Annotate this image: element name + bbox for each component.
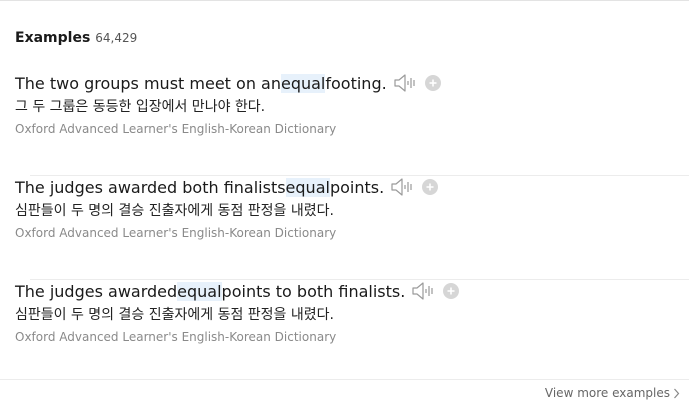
view-more-examples-link[interactable]: View more examples bbox=[545, 386, 680, 400]
sentence-text: The judges awarded both finalists bbox=[15, 177, 286, 197]
top-divider bbox=[0, 0, 689, 1]
highlighted-word: equal bbox=[177, 281, 222, 301]
example-translation: 심판들이 두 명의 결승 진출자에게 동점 판정을 내렸다. bbox=[15, 203, 334, 219]
example-item: The two groups must meet on an equal foo… bbox=[15, 72, 689, 176]
example-source: Oxford Advanced Learner's English-Korean… bbox=[15, 330, 337, 344]
examples-count: 64,429 bbox=[95, 31, 138, 45]
add-to-wordbook-icon[interactable] bbox=[424, 75, 441, 91]
example-sentence: The two groups must meet on an equal foo… bbox=[15, 72, 689, 94]
add-to-wordbook-icon[interactable] bbox=[443, 283, 460, 299]
speaker-icon[interactable] bbox=[393, 73, 419, 93]
highlighted-word: equal bbox=[285, 177, 330, 197]
example-sentence: The judges awarded both finalists equal … bbox=[15, 176, 689, 198]
sentence-text: The two groups must meet on an bbox=[15, 73, 281, 93]
example-item: The judges awarded equal points to both … bbox=[15, 280, 689, 384]
chevron-right-icon bbox=[673, 388, 680, 399]
sentence-text: points. bbox=[329, 177, 385, 197]
speaker-icon[interactable] bbox=[390, 177, 416, 197]
footer-divider bbox=[0, 379, 689, 380]
sentence-text: The judges awarded bbox=[15, 281, 178, 301]
sentence-text: footing. bbox=[325, 73, 387, 93]
example-translation: 그 두 그룹은 동등한 입장에서 만나야 한다. bbox=[15, 99, 266, 115]
highlighted-word: equal bbox=[280, 73, 326, 93]
example-translation: 심판들이 두 명의 결승 진출자에게 동점 판정을 내렸다. bbox=[15, 307, 334, 323]
examples-header: Examples 64,429 bbox=[15, 30, 137, 46]
example-sentence: The judges awarded equal points to both … bbox=[15, 280, 689, 302]
speaker-icon[interactable] bbox=[411, 281, 437, 301]
examples-panel: Examples 64,429 The two groups must meet… bbox=[0, 0, 689, 409]
example-item: The judges awarded both finalists equal … bbox=[15, 176, 689, 280]
example-source: Oxford Advanced Learner's English-Korean… bbox=[15, 226, 337, 240]
sentence-text: points to both finalists. bbox=[221, 281, 406, 301]
view-more-label: View more examples bbox=[544, 386, 670, 400]
examples-title: Examples bbox=[15, 30, 91, 46]
example-source: Oxford Advanced Learner's English-Korean… bbox=[15, 122, 337, 136]
add-to-wordbook-icon[interactable] bbox=[422, 179, 439, 195]
